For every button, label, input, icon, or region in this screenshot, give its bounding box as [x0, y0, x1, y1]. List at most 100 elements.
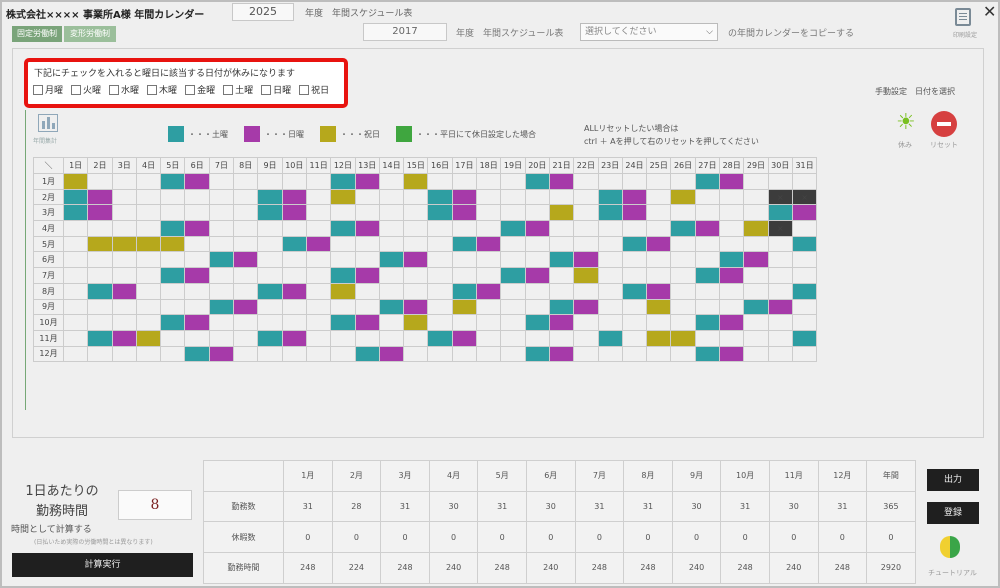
calendar-day-cell[interactable] — [378, 345, 405, 363]
calendar-day-cell[interactable] — [719, 298, 745, 316]
calendar-day-cell[interactable] — [135, 220, 162, 237]
calendar-day-cell[interactable] — [111, 329, 137, 347]
calendar-day-cell[interactable] — [791, 173, 818, 190]
calendar-day-cell[interactable] — [208, 267, 235, 284]
calendar-day-cell[interactable] — [378, 314, 405, 331]
calendar-day-cell[interactable] — [743, 329, 769, 347]
calendar-day-cell[interactable] — [378, 251, 405, 269]
calendar-day-cell[interactable] — [305, 345, 332, 363]
calendar-day-cell[interactable] — [233, 188, 259, 206]
calendar-day-cell[interactable] — [646, 298, 672, 316]
calendar-day-cell[interactable] — [524, 251, 550, 269]
calendar-day-cell[interactable] — [111, 298, 137, 316]
checkbox-box[interactable] — [33, 84, 43, 95]
calendar-day-cell[interactable] — [330, 220, 356, 237]
calendar-day-cell[interactable] — [597, 204, 623, 222]
close-icon[interactable]: ✕ — [983, 2, 996, 21]
calendar-day-cell[interactable] — [305, 282, 332, 300]
calendar-day-cell[interactable] — [305, 235, 332, 253]
calendar-day-cell[interactable] — [184, 298, 210, 316]
calendar-day-cell[interactable] — [451, 329, 478, 347]
calendar-day-cell[interactable] — [87, 173, 113, 190]
calendar-day-cell[interactable] — [281, 220, 307, 237]
year-input[interactable]: 2025 — [232, 3, 294, 21]
calendar-day-cell[interactable] — [573, 345, 599, 363]
calendar-day-cell[interactable] — [378, 188, 405, 206]
calendar-day-cell[interactable] — [524, 329, 550, 347]
calendar-day-cell[interactable] — [476, 204, 502, 222]
calendar-day-cell[interactable] — [135, 173, 162, 190]
calendar-day-cell[interactable] — [500, 314, 526, 331]
calendar-day-cell[interactable] — [87, 345, 113, 363]
calendar-day-cell[interactable] — [208, 173, 235, 190]
calendar-day-cell[interactable] — [354, 267, 380, 284]
calendar-day-cell[interactable] — [743, 188, 769, 206]
calendar-day-cell[interactable] — [743, 173, 769, 190]
calendar-day-cell[interactable] — [646, 251, 672, 269]
calendar-day-cell[interactable] — [257, 204, 283, 222]
calendar-day-cell[interactable] — [305, 329, 332, 347]
calendar-day-cell[interactable] — [573, 329, 599, 347]
calendar-day-cell[interactable] — [573, 298, 599, 316]
checkbox-box[interactable] — [185, 84, 196, 95]
calendar-day-cell[interactable] — [330, 173, 356, 190]
calendar-day-cell[interactable] — [476, 235, 502, 253]
calendar-day-cell[interactable] — [354, 220, 380, 237]
calendar-day-cell[interactable] — [719, 220, 745, 237]
calendar-day-cell[interactable] — [184, 220, 210, 237]
calendar-day-cell[interactable] — [427, 345, 453, 363]
calendar-day-cell[interactable] — [378, 329, 405, 347]
calendar-day-cell[interactable] — [281, 267, 307, 284]
calendar-day-cell[interactable] — [670, 173, 696, 190]
calendar-day-cell[interactable] — [111, 282, 137, 300]
calendar-day-cell[interactable] — [184, 204, 210, 222]
calendar-day-cell[interactable] — [135, 314, 162, 331]
calendar-day-cell[interactable] — [305, 188, 332, 206]
calendar-day-cell[interactable] — [548, 298, 575, 316]
calendar-day-cell[interactable] — [330, 235, 356, 253]
calendar-day-cell[interactable] — [670, 251, 696, 269]
calendar-day-cell[interactable] — [791, 282, 818, 300]
calendar-day-cell[interactable] — [791, 251, 818, 269]
calendar-day-cell[interactable] — [621, 267, 648, 284]
calendar-day-cell[interactable] — [743, 345, 769, 363]
calendar-day-cell[interactable] — [548, 235, 575, 253]
calendar-day-cell[interactable] — [305, 298, 332, 316]
calendar-day-cell[interactable] — [767, 282, 793, 300]
calendar-day-cell[interactable] — [524, 235, 550, 253]
calendar-day-cell[interactable] — [403, 314, 429, 331]
checkbox-box[interactable] — [261, 84, 272, 95]
calendar-day-cell[interactable] — [719, 173, 745, 190]
calendar-day-cell[interactable] — [257, 329, 283, 347]
calendar-day-cell[interactable] — [646, 173, 672, 190]
calendar-day-cell[interactable] — [451, 282, 478, 300]
calendar-day-cell[interactable] — [791, 267, 818, 284]
calendar-day-cell[interactable] — [135, 188, 162, 206]
calendar-day-cell[interactable] — [62, 235, 89, 253]
calendar-day-cell[interactable] — [451, 314, 478, 331]
calendar-day-cell[interactable] — [524, 345, 550, 363]
checkbox-box[interactable] — [147, 84, 158, 95]
calendar-day-cell[interactable] — [670, 314, 696, 331]
calendar-day-cell[interactable] — [451, 204, 478, 222]
calendar-day-cell[interactable] — [111, 173, 137, 190]
calendar-day-cell[interactable] — [524, 282, 550, 300]
calendar-day-cell[interactable] — [160, 220, 186, 237]
calendar-day-cell[interactable] — [427, 251, 453, 269]
calendar-day-cell[interactable] — [233, 329, 259, 347]
calendar-day-cell[interactable] — [330, 204, 356, 222]
calendar-day-cell[interactable] — [330, 329, 356, 347]
calendar-day-cell[interactable] — [573, 314, 599, 331]
calendar-day-cell[interactable] — [257, 314, 283, 331]
calendar-day-cell[interactable] — [330, 251, 356, 269]
calendar-day-cell[interactable] — [621, 251, 648, 269]
calendar-day-cell[interactable] — [621, 314, 648, 331]
calendar-day-cell[interactable] — [427, 188, 453, 206]
weekday-checkbox-5[interactable]: 土曜 — [223, 83, 253, 96]
calendar-day-cell[interactable] — [330, 345, 356, 363]
calendar-day-cell[interactable] — [257, 173, 283, 190]
calendar-day-cell[interactable] — [500, 282, 526, 300]
calendar-day-cell[interactable] — [597, 251, 623, 269]
calendar-day-cell[interactable] — [670, 267, 696, 284]
calendar-day-cell[interactable] — [111, 188, 137, 206]
